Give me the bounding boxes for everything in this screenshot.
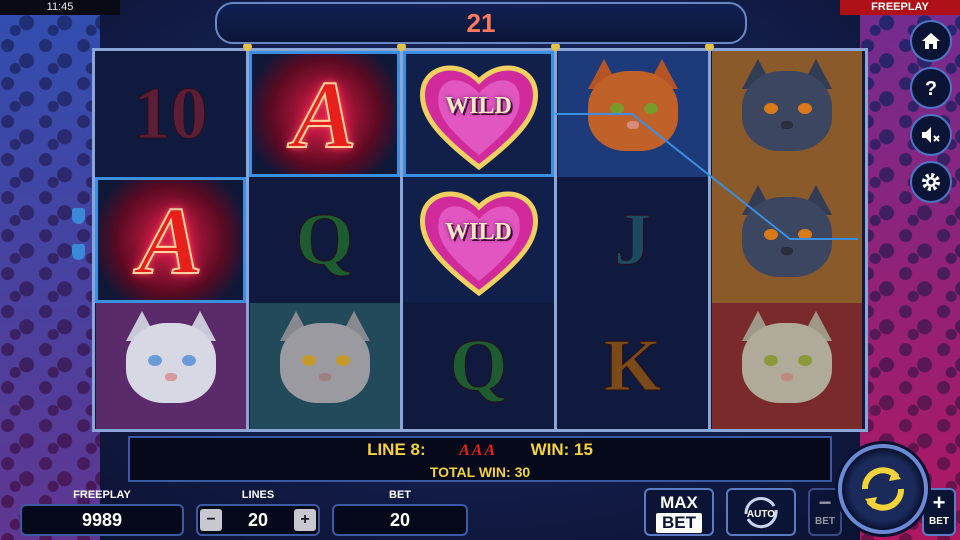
bet-increase-label: BET xyxy=(929,516,949,527)
symbol-tabby-cat xyxy=(711,303,862,429)
total-win: TOTAL WIN: 30 xyxy=(429,464,531,480)
reel-cell-winning: A xyxy=(95,177,246,303)
sound-button[interactable] xyxy=(910,114,952,156)
symbol-queen: Q xyxy=(295,198,354,281)
reel-divider xyxy=(551,42,560,430)
background-left-pattern xyxy=(0,0,100,540)
home-icon xyxy=(922,33,940,49)
payline-marker xyxy=(72,244,85,260)
bet-label: BET xyxy=(389,489,411,501)
reel-cell: WILD xyxy=(403,177,554,303)
wild-label: WILD xyxy=(445,219,512,245)
symbol-silver-cat xyxy=(249,303,400,429)
reel-cell-winning: WILD xyxy=(403,51,554,177)
win-line-symbols: AAA xyxy=(459,442,498,459)
reel-cell: 10 xyxy=(95,51,246,177)
clock: 11:45 xyxy=(0,0,120,15)
reel-cell xyxy=(249,303,400,429)
reel-3: WILD WILD Q xyxy=(403,51,554,429)
lines-label: LINES xyxy=(241,489,275,501)
reel-cell: Q xyxy=(249,177,400,303)
settings-icon xyxy=(922,173,940,191)
payline-markers xyxy=(72,208,85,280)
symbol-ten: 10 xyxy=(133,72,208,155)
symbol-ace: A xyxy=(291,60,357,169)
settings-button[interactable] xyxy=(910,161,952,203)
free-spins-count: 21 xyxy=(466,8,496,38)
reel-divider xyxy=(243,42,252,430)
reel-cell xyxy=(711,51,862,177)
wild-label: WILD xyxy=(445,93,512,119)
freeplay-badge: FREEPLAY xyxy=(840,0,960,15)
reel-cell: K xyxy=(557,303,708,429)
reel-cell xyxy=(711,177,862,303)
win-line-label: LINE 8: xyxy=(367,440,426,459)
reel-divider xyxy=(705,42,714,430)
max-bet-button[interactable]: MAX BET xyxy=(644,488,714,536)
spin-button[interactable] xyxy=(838,444,928,534)
symbol-white-cat xyxy=(95,303,246,429)
bet-decrease-label: BET xyxy=(815,516,835,527)
reel-cell: J xyxy=(557,177,708,303)
autoplay-button[interactable]: AUTO xyxy=(726,488,796,536)
symbol-grey-cat xyxy=(711,177,862,303)
symbol-wild: WILD xyxy=(409,55,549,173)
lines-decrease-button[interactable]: − xyxy=(200,509,222,531)
bet-display: 20 xyxy=(332,504,468,536)
payline-marker xyxy=(72,208,85,224)
reel-5 xyxy=(711,51,862,429)
symbol-grey-cat xyxy=(711,51,862,177)
symbol-ginger-cat xyxy=(557,51,708,177)
symbol-jack: J xyxy=(614,198,652,281)
help-icon: ? xyxy=(925,78,937,99)
reel-grid: 10 A A Q WILD WILD Q J K xyxy=(92,42,868,432)
lines-value: 20 xyxy=(247,510,269,530)
win-message-panel: LINE 8: AAA WIN: 15 TOTAL WIN: 30 xyxy=(128,436,832,482)
sound-muted-icon xyxy=(922,127,940,143)
help-button[interactable]: ? xyxy=(910,67,952,109)
autoplay-label: AUTO xyxy=(747,509,775,520)
reel-divider xyxy=(397,42,406,430)
reel-cell-winning: A xyxy=(249,51,400,177)
reel-4: J K xyxy=(557,51,708,429)
symbol-ace: A xyxy=(137,186,203,295)
reel-cell xyxy=(557,51,708,177)
symbol-king: K xyxy=(603,324,662,407)
autoplay-icon: AUTO xyxy=(744,496,778,529)
reel-cell xyxy=(95,303,246,429)
free-spins-counter: 21 xyxy=(215,2,747,44)
bet-increase-symbol: + xyxy=(932,490,946,515)
home-button[interactable] xyxy=(910,20,952,62)
max-bet-top-label: MAX xyxy=(660,493,698,512)
bet-decrease-symbol: − xyxy=(818,490,832,515)
spin-arrows-icon xyxy=(862,467,904,511)
symbol-queen: Q xyxy=(449,324,508,407)
svg-text:?: ? xyxy=(925,78,937,99)
reel-2: A Q xyxy=(249,51,400,429)
reel-cell xyxy=(711,303,862,429)
max-bet-bottom-label: BET xyxy=(656,513,702,533)
symbol-wild: WILD xyxy=(409,181,549,299)
win-amount: WIN: 15 xyxy=(530,440,593,459)
reel-1: 10 A xyxy=(95,51,246,429)
lines-increase-button[interactable]: + xyxy=(294,509,316,531)
balance-display: 9989 xyxy=(20,504,184,536)
bet-decrease-button[interactable]: − BET xyxy=(808,488,842,536)
reel-cell: Q xyxy=(403,303,554,429)
balance-label: FREEPLAY xyxy=(73,489,131,501)
